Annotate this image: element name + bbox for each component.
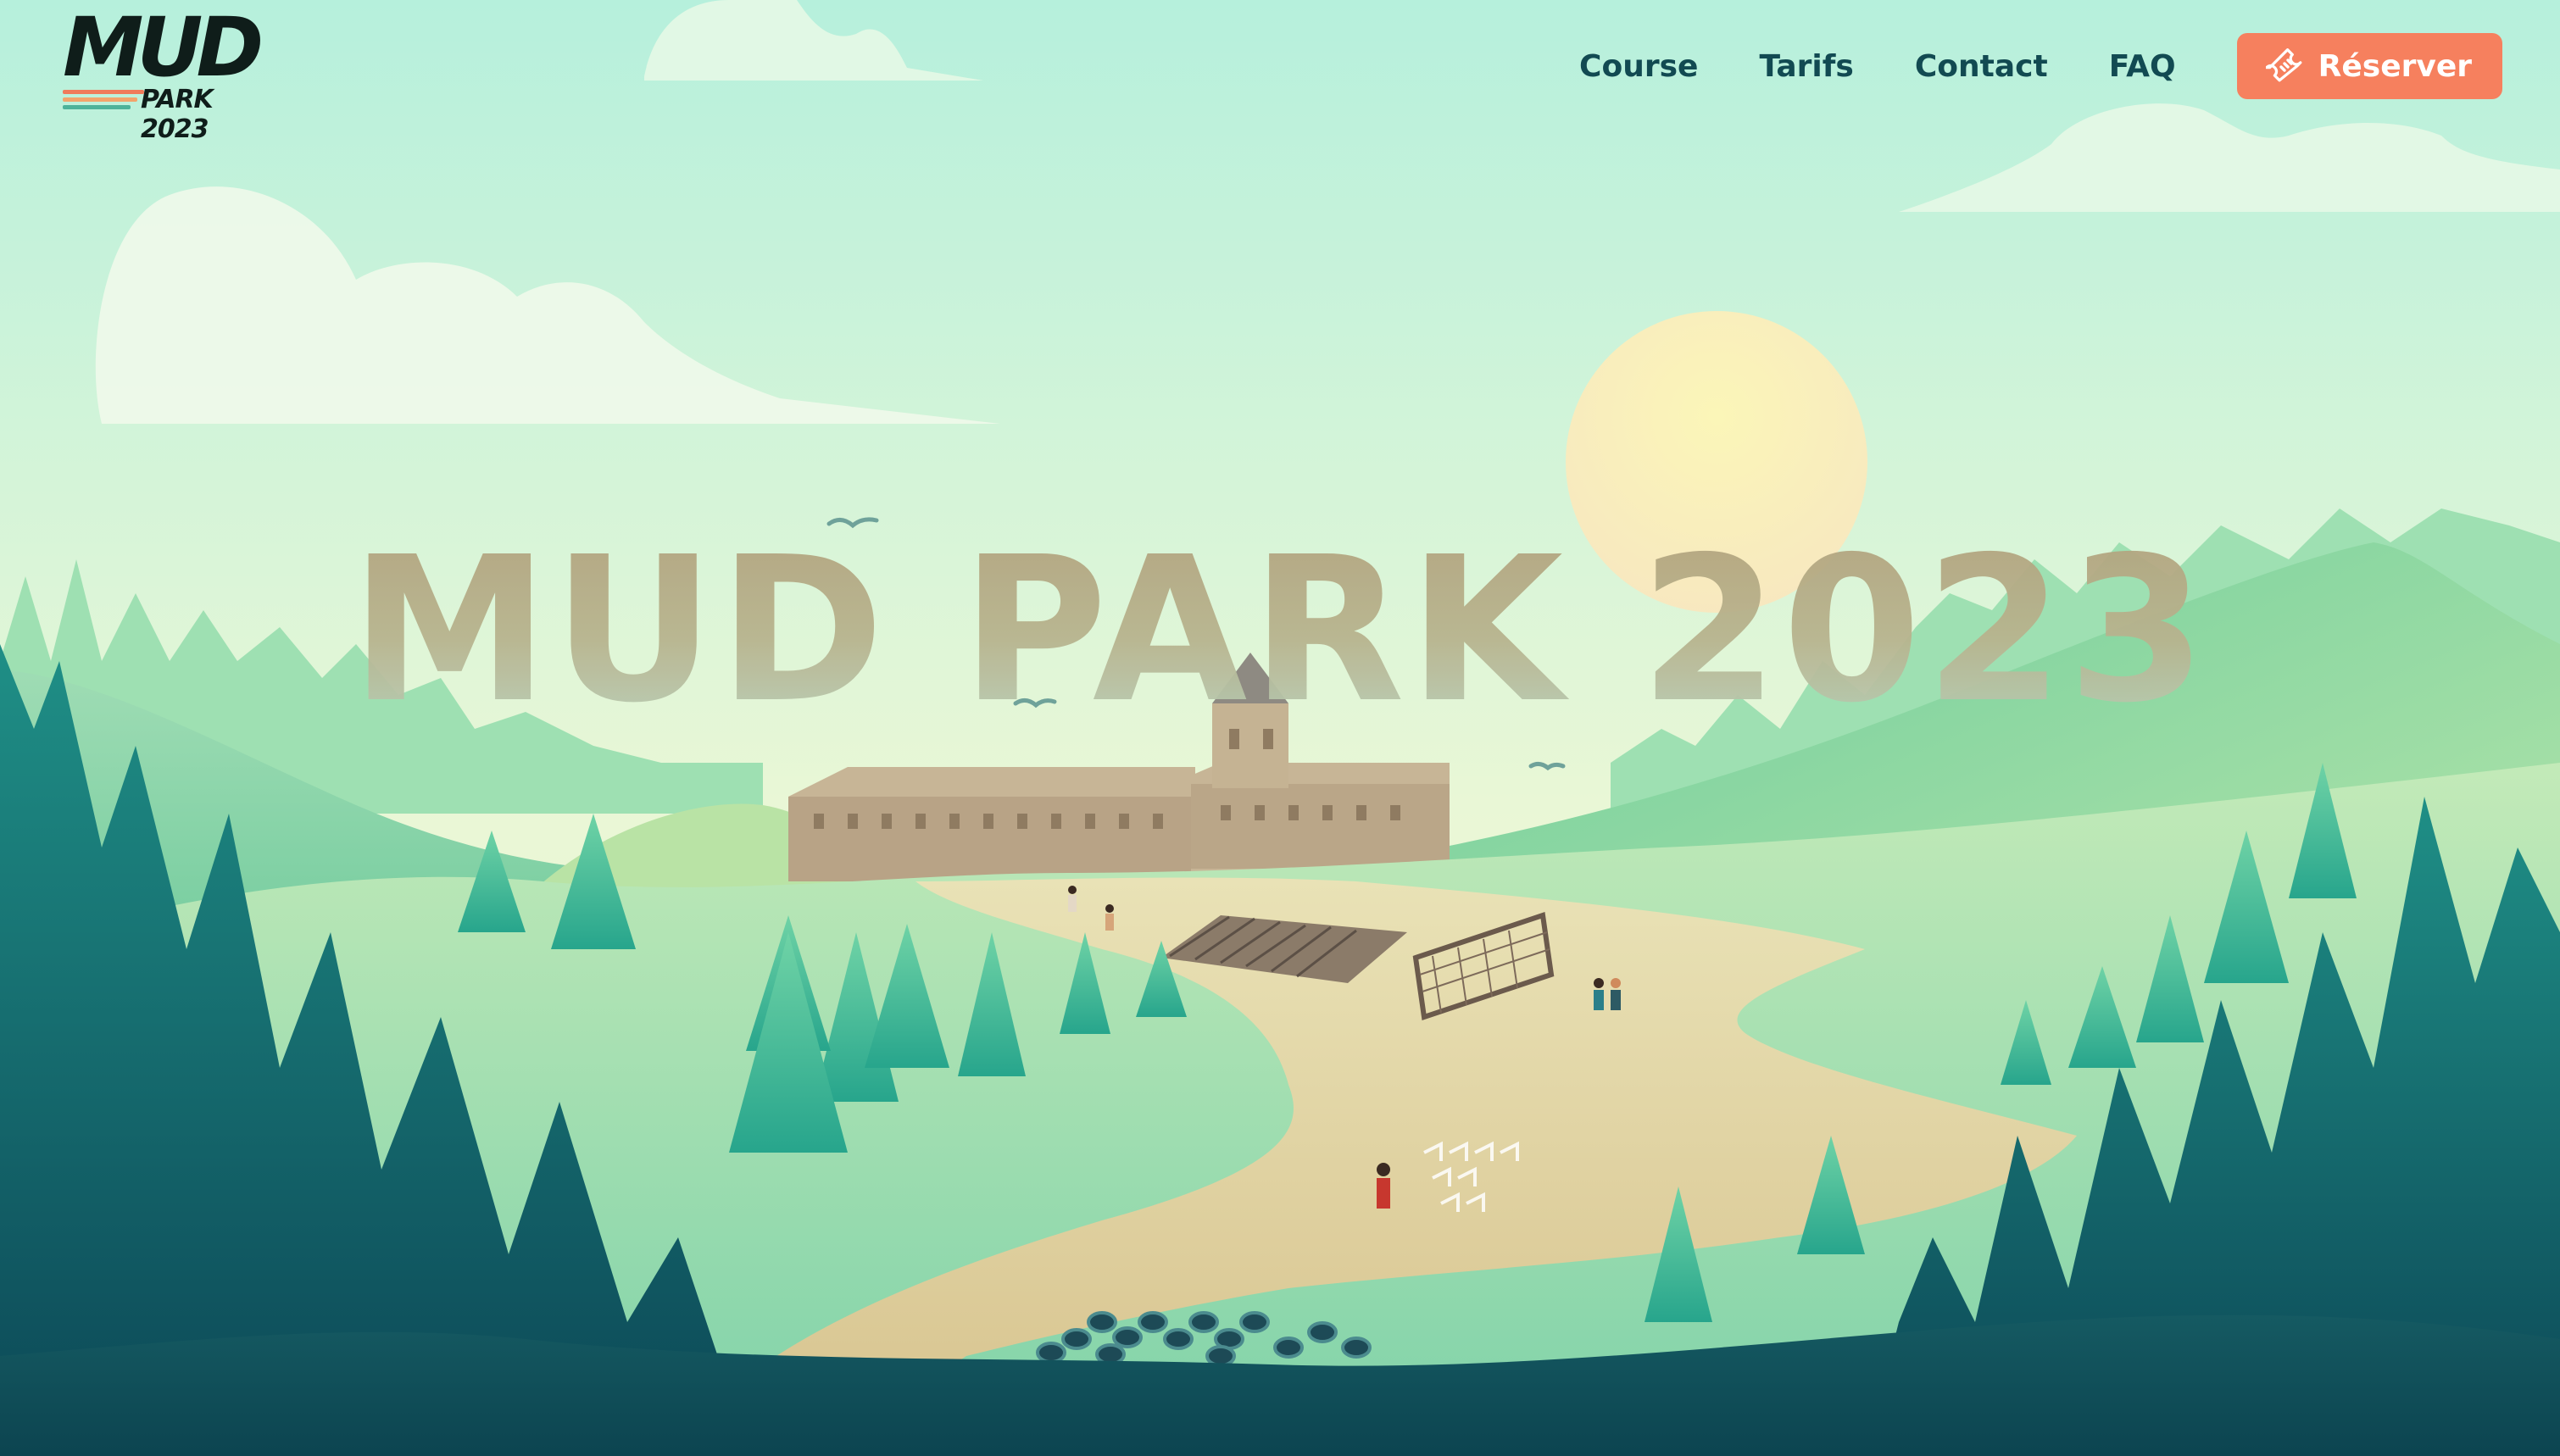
ticket-icon <box>2265 47 2305 86</box>
logo-stripes <box>63 90 147 113</box>
nav-tarifs[interactable]: Tarifs <box>1759 49 1853 84</box>
nav-course[interactable]: Course <box>1579 49 1698 84</box>
reserve-button-label: Réserver <box>2318 48 2472 84</box>
nav-contact[interactable]: Contact <box>1915 49 2048 84</box>
nav-faq[interactable]: FAQ <box>2109 49 2176 84</box>
logo-subtitle: PARK 2023 <box>141 85 214 144</box>
logo-word: MUD <box>63 0 264 95</box>
hero-title: MUD PARK 2023 <box>0 531 2560 731</box>
logo[interactable]: MUD PARK 2023 <box>59 7 280 144</box>
main-nav: Course Tarifs Contact FAQ Réserver <box>1579 32 2502 100</box>
reserve-button[interactable]: Réserver <box>2236 33 2502 99</box>
